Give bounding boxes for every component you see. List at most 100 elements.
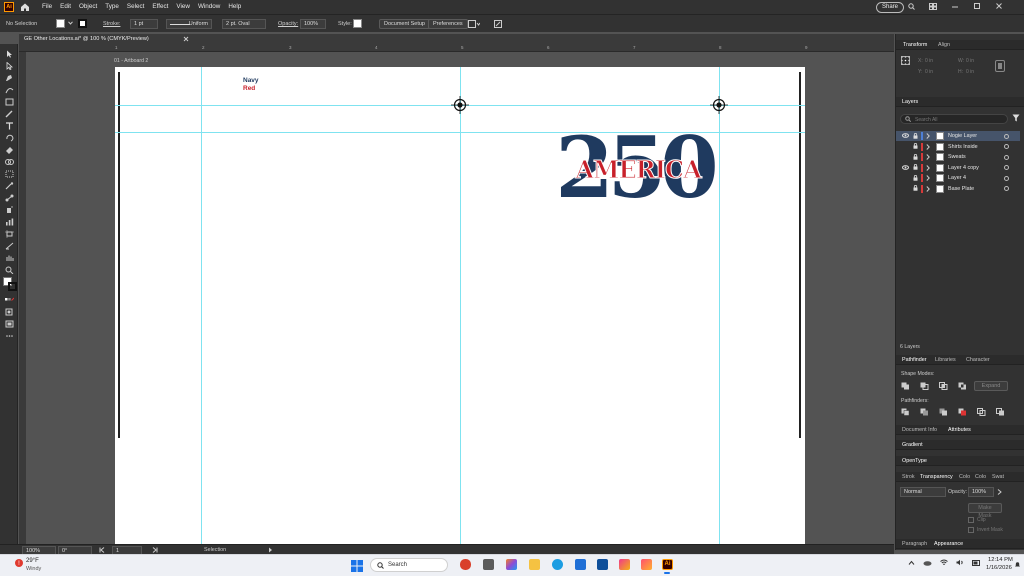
menu-type[interactable]: Type (105, 3, 119, 10)
layer-target-icon[interactable] (1004, 165, 1009, 170)
pen-tool-icon[interactable] (5, 74, 14, 82)
notification-bell-icon[interactable] (1014, 561, 1021, 568)
search-help-icon[interactable] (908, 3, 915, 10)
share-button[interactable]: Share (876, 2, 905, 13)
copilot-icon[interactable] (506, 559, 517, 570)
chevron-up-icon[interactable] (908, 560, 915, 566)
document-tab[interactable]: GE Other Locations.ai* @ 100 % (CMYK/Pre… (24, 36, 149, 42)
drawing-modes-icon[interactable] (5, 308, 14, 316)
intersect-icon[interactable] (939, 382, 948, 390)
rotate-tool-icon[interactable] (5, 134, 14, 142)
expand-chevron-icon[interactable] (926, 133, 930, 139)
layer-row[interactable]: Sweats (896, 152, 1020, 162)
tab-character[interactable]: Character (966, 357, 990, 363)
clock-date[interactable]: 1/16/2026 (986, 565, 1012, 571)
illustrator-taskbar-icon[interactable]: Ai (662, 559, 673, 570)
crop-icon[interactable] (958, 408, 967, 416)
reference-point-icon[interactable] (901, 56, 910, 65)
visibility-eye-icon[interactable] (902, 164, 909, 170)
type-tool-icon[interactable] (5, 122, 14, 130)
color-mode-icons[interactable] (5, 296, 14, 304)
lock-icon[interactable] (913, 143, 918, 149)
registration-mark-icon[interactable] (710, 96, 728, 114)
brush-definition[interactable]: 2 pt. Oval (222, 19, 266, 29)
tab-color[interactable]: Colo (959, 474, 970, 480)
stroke-color-box[interactable] (8, 282, 17, 291)
w-field[interactable]: 0 in (966, 58, 974, 64)
expand-button[interactable]: Expand (974, 381, 1008, 391)
first-artboard-icon[interactable] (99, 547, 105, 553)
artboard-tool-icon[interactable] (5, 230, 14, 238)
lock-icon[interactable] (913, 164, 918, 170)
chevron-right-icon[interactable] (997, 489, 1002, 495)
opacity-field[interactable]: 100% (300, 19, 326, 29)
layer-target-icon[interactable] (1004, 186, 1009, 191)
tab-transform[interactable]: Transform (903, 42, 927, 48)
stroke-swatch[interactable] (78, 19, 87, 28)
free-transform-tool-icon[interactable] (5, 170, 14, 178)
direct-selection-tool-icon[interactable] (5, 62, 14, 70)
transform-again-icon[interactable] (494, 20, 502, 28)
variable-width-profile[interactable]: Uniform (166, 19, 212, 29)
layer-target-icon[interactable] (1004, 154, 1009, 160)
lock-icon[interactable] (913, 185, 918, 191)
lock-icon[interactable] (913, 153, 918, 160)
graph-tool-icon[interactable] (5, 218, 14, 226)
menu-object[interactable]: Object (79, 3, 97, 10)
store-icon[interactable] (597, 559, 608, 570)
tab-swatches[interactable]: Swat (992, 474, 1004, 480)
close-tab-icon[interactable] (183, 36, 189, 42)
transparency-opacity-field[interactable]: 100% (968, 487, 994, 497)
task-view-icon[interactable] (483, 559, 494, 570)
expand-chevron-icon[interactable] (926, 185, 930, 192)
hand-tool-icon[interactable] (5, 254, 14, 262)
tab-paragraph[interactable]: Paragraph (902, 541, 927, 547)
photos-icon[interactable] (619, 559, 630, 570)
selection-tool-icon[interactable] (5, 50, 14, 58)
unite-icon[interactable] (901, 382, 910, 390)
menu-select[interactable]: Select (127, 3, 145, 10)
onedrive-icon[interactable] (923, 560, 932, 566)
edge-icon[interactable] (552, 559, 563, 570)
weather-icon[interactable]: ! (14, 558, 24, 568)
file-explorer-icon[interactable] (529, 559, 540, 570)
visibility-eye-icon[interactable] (902, 133, 909, 138)
tab-color-guide[interactable]: Colo (975, 474, 986, 480)
registration-mark-icon[interactable] (451, 96, 469, 114)
wifi-icon[interactable] (940, 559, 948, 566)
minus-back-icon[interactable] (996, 408, 1005, 416)
maximize-icon[interactable] (973, 3, 981, 10)
volume-icon[interactable] (956, 559, 964, 566)
document-setup-button[interactable]: Document Setup (379, 19, 430, 29)
layer-target-icon[interactable] (1004, 175, 1009, 181)
layer-row[interactable]: Layer 4 copy (896, 163, 1020, 173)
guide-vertical[interactable] (201, 67, 202, 544)
tab-layers[interactable]: Layers (902, 99, 918, 105)
stroke-label[interactable]: Stroke: (103, 21, 120, 27)
last-artboard-icon[interactable] (152, 547, 158, 553)
slice-tool-icon[interactable] (5, 242, 14, 250)
arrange-documents-icon[interactable] (468, 20, 480, 28)
opacity-label[interactable]: Opacity: (278, 21, 298, 27)
vertical-ruler[interactable] (19, 52, 26, 544)
status-menu-icon[interactable] (268, 547, 273, 553)
guide-vertical[interactable] (460, 67, 461, 544)
menu-help[interactable]: Help (228, 3, 241, 10)
preferences-button[interactable]: Preferences (428, 19, 468, 29)
layer-row[interactable]: Nogie Layer (896, 131, 1020, 141)
layer-target-icon[interactable] (1004, 144, 1009, 149)
zoom-tool-icon[interactable] (5, 266, 14, 274)
layer-row[interactable]: Layer 4 (896, 173, 1020, 183)
tab-transparency[interactable]: Transparency (920, 474, 953, 480)
chevron-down-icon[interactable] (68, 21, 73, 25)
divide-icon[interactable] (901, 408, 910, 416)
layer-target-icon[interactable] (1004, 133, 1009, 139)
exclude-icon[interactable] (958, 382, 967, 390)
color-note-navy[interactable]: Navy (243, 77, 259, 84)
layers-search[interactable]: Search All (900, 114, 1008, 124)
invert-mask-checkbox[interactable] (968, 527, 974, 533)
tab-document-info[interactable]: Document Info (902, 427, 937, 433)
fill-swatch[interactable] (56, 19, 65, 28)
tab-opentype[interactable]: OpenType (902, 458, 927, 464)
close-icon[interactable] (995, 3, 1003, 10)
